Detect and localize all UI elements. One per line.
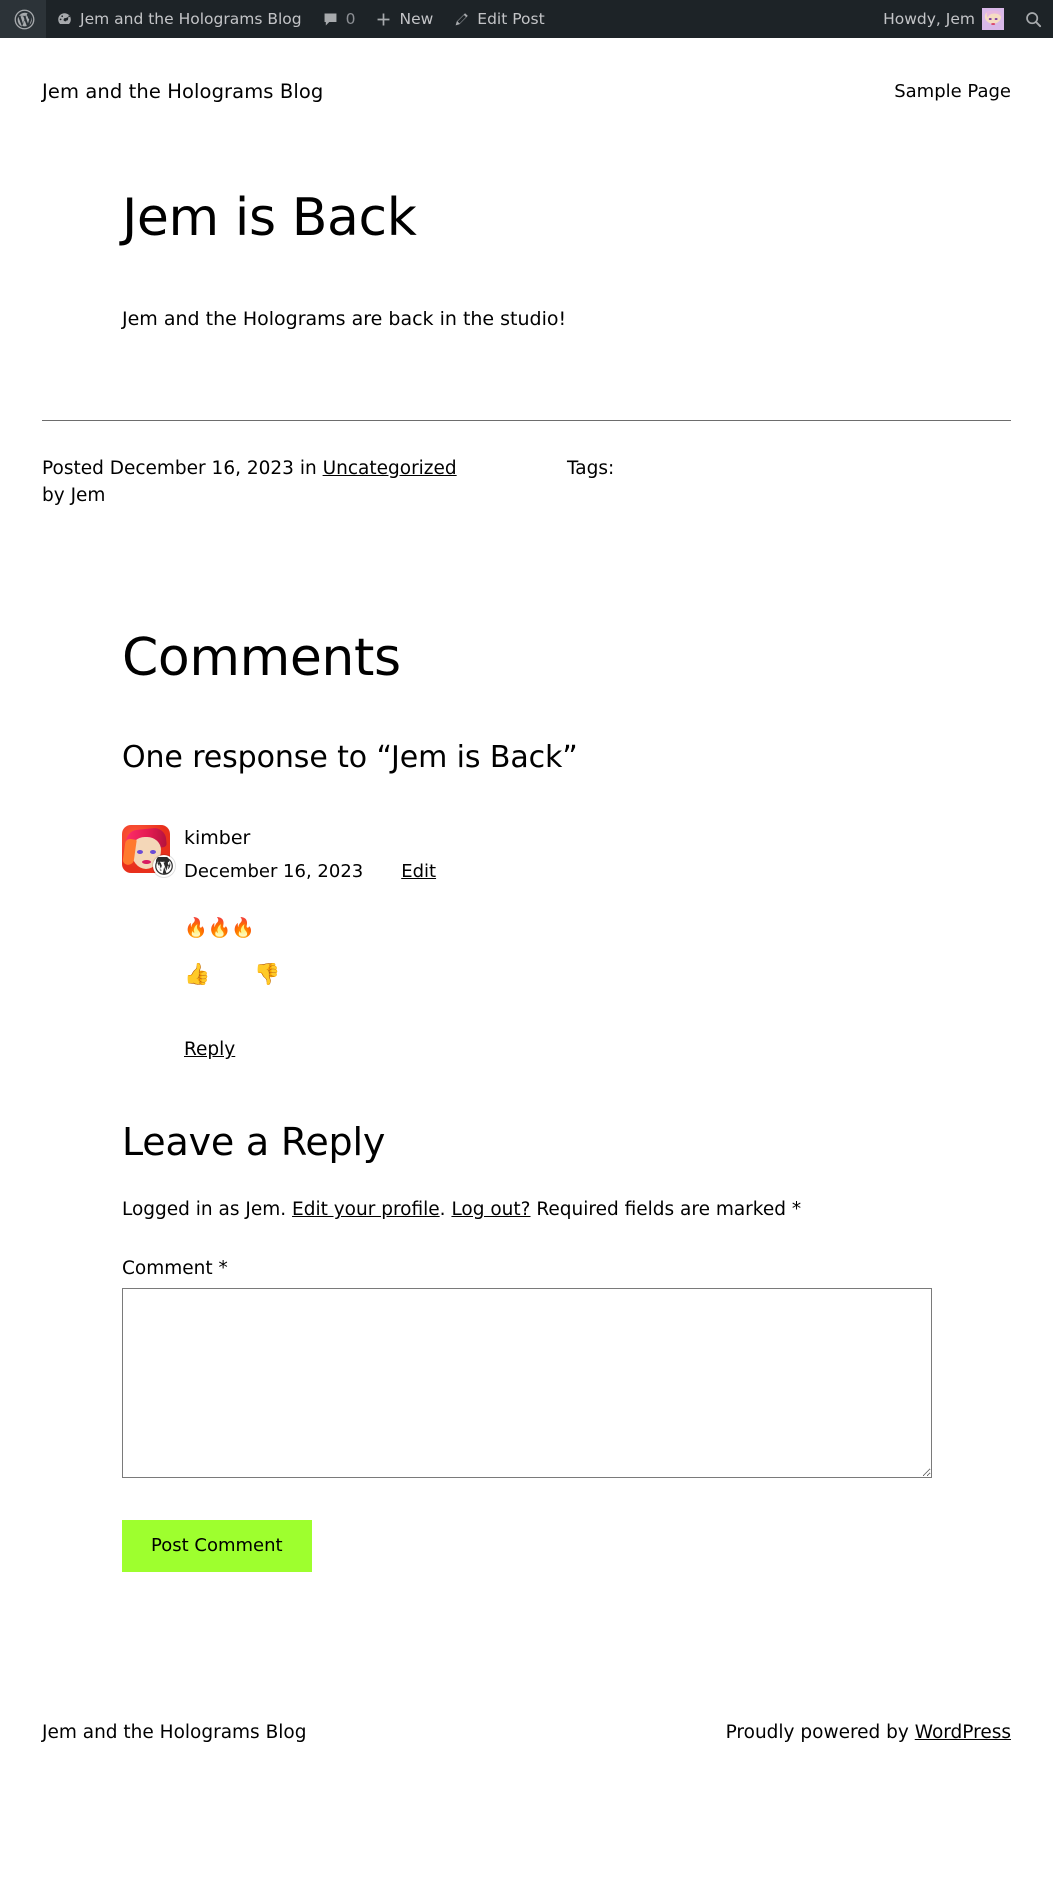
dashboard-speedometer-icon	[56, 11, 73, 28]
plus-icon	[375, 11, 392, 28]
comments-area: Comments One response to “Jem is Back” k…	[42, 510, 1011, 1060]
comment-input[interactable]	[122, 1288, 932, 1479]
logout-link[interactable]: Log out?	[451, 1199, 530, 1220]
admin-bar-wp-logo[interactable]	[0, 0, 46, 38]
nav-item-sample-page[interactable]: Sample Page	[894, 81, 1011, 102]
site-title-link[interactable]: Jem and the Holograms Blog	[42, 80, 323, 103]
post-meta-date: December 16, 2023	[109, 458, 294, 480]
admin-bar-new-label: New	[399, 10, 434, 28]
comments-subheading: One response to “Jem is Back”	[122, 739, 578, 775]
footer-site-name[interactable]: Jem and the Holograms Blog	[42, 1722, 306, 1743]
admin-bar-edit-post[interactable]: Edit Post	[443, 0, 554, 38]
thumbs-up-icon[interactable]: 👍	[184, 964, 210, 985]
post-divider	[42, 420, 1011, 422]
comment-reply-link[interactable]: Reply	[184, 1039, 235, 1060]
post-meta-category-link[interactable]: Uncategorized	[323, 458, 457, 479]
user-avatar-icon	[982, 8, 1004, 30]
comments-heading: Comments	[122, 627, 401, 688]
admin-bar-my-account[interactable]: Howdy, Jem	[873, 0, 1014, 38]
logged-in-notice: Logged in as Jem. Edit your profile. Log…	[122, 1196, 1011, 1224]
post-meta-posted-line: Posted December 16, 2023 in Uncategorize…	[42, 456, 567, 483]
post-meta-posted-prefix: Posted	[42, 458, 104, 480]
comment-author-name: kimber	[184, 826, 251, 849]
admin-bar-edit-post-label: Edit Post	[477, 10, 545, 28]
comment-text: 🔥🔥🔥	[184, 916, 255, 939]
content-wrapper: Jem is Back Jem and the Holograms are ba…	[0, 103, 1053, 1573]
admin-bar-search-button[interactable]	[1014, 0, 1053, 38]
avatar-right-eye	[150, 849, 156, 854]
wp-admin-bar: Jem and the Holograms Blog 0 New Edit Po…	[0, 0, 1053, 38]
avatar-left-eye	[137, 849, 143, 854]
admin-bar-howdy-label: Howdy, Jem	[883, 10, 975, 28]
admin-bar-comment-count: 0	[345, 10, 356, 28]
reply-form-title: Leave a Reply	[122, 1120, 386, 1165]
post-meta: Posted December 16, 2023 in Uncategorize…	[42, 456, 1011, 510]
search-magnifier-icon	[1024, 10, 1043, 29]
comment-subline: December 16, 2023 Edit	[184, 860, 436, 884]
post-content: Jem and the Holograms are back in the st…	[42, 305, 1011, 334]
post-meta-tags: Tags:	[567, 456, 614, 510]
wordpress-link[interactable]: WordPress	[915, 1722, 1011, 1743]
logged-in-prefix: Logged in as Jem.	[122, 1199, 287, 1221]
comment-meta: kimber December 16, 2023 Edit	[184, 825, 436, 884]
post-meta-author: by Jem	[42, 485, 106, 507]
footer-credit: Proudly powered by WordPress	[726, 1722, 1011, 1743]
admin-bar-site-name[interactable]: Jem and the Holograms Blog	[46, 0, 312, 38]
comment-reply-wrapper: Reply	[122, 1039, 1011, 1060]
comment-header: kimber December 16, 2023 Edit	[122, 824, 1011, 884]
pencil-edit-icon	[453, 11, 470, 28]
site-header: Jem and the Holograms Blog Sample Page	[0, 38, 1053, 103]
comment-body: 🔥🔥🔥	[122, 914, 1011, 943]
comment-field-label: Comment *	[122, 1258, 228, 1280]
post-comment-button[interactable]: Post Comment	[122, 1520, 312, 1573]
post-meta-left: Posted December 16, 2023 in Uncategorize…	[42, 456, 567, 510]
avatar-lips	[142, 859, 151, 864]
edit-profile-link[interactable]: Edit your profile	[292, 1199, 440, 1220]
thumbs-down-icon[interactable]: 👎	[254, 964, 280, 985]
comment-date: December 16, 2023	[184, 860, 364, 882]
site-footer: Jem and the Holograms Blog Proudly power…	[0, 1722, 1053, 1743]
admin-bar-comments[interactable]: 0	[312, 0, 366, 38]
comment-item: kimber December 16, 2023 Edit 🔥🔥🔥 👍 👎 Re…	[122, 824, 1011, 1060]
page-title: Jem is Back	[122, 188, 417, 248]
post-meta-in-word: in	[299, 458, 317, 480]
footer-credit-prefix: Proudly powered by	[725, 1722, 909, 1744]
post-paragraph: Jem and the Holograms are back in the st…	[122, 307, 567, 330]
admin-bar-site-name-label: Jem and the Holograms Blog	[80, 10, 302, 28]
primary-navigation: Sample Page	[894, 81, 1011, 102]
post-article: Jem is Back Jem and the Holograms are ba…	[42, 103, 1011, 510]
required-fields-note: Required fields are marked *	[536, 1199, 802, 1221]
wordpress-badge-icon	[153, 854, 175, 877]
avatar	[122, 824, 175, 877]
wordpress-logo-icon	[14, 9, 35, 30]
comment-bubble-icon	[322, 11, 339, 28]
comment-edit-link[interactable]: Edit	[401, 860, 436, 884]
reply-form: Leave a Reply Logged in as Jem. Edit you…	[42, 1060, 1011, 1573]
logged-in-period: .	[439, 1199, 446, 1221]
admin-bar-new-content[interactable]: New	[365, 0, 443, 38]
post-meta-tags-label: Tags:	[567, 458, 615, 480]
comment-reactions: 👍 👎	[122, 964, 1011, 985]
admin-bar-left-group: Jem and the Holograms Blog 0 New Edit Po…	[0, 0, 555, 38]
admin-bar-right-group: Howdy, Jem	[873, 0, 1053, 38]
